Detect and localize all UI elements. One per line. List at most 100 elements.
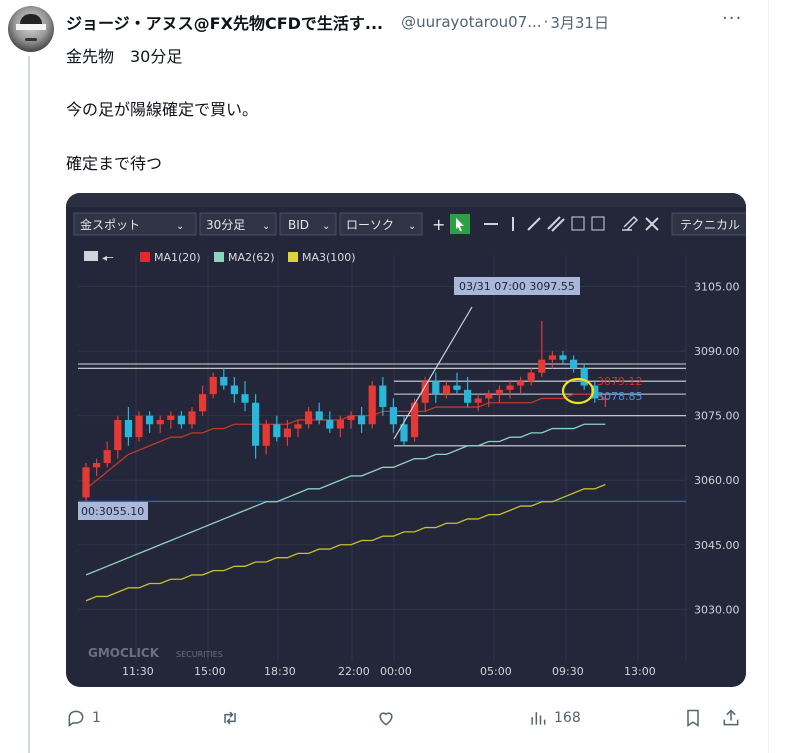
bookmark-button[interactable]	[683, 704, 703, 732]
candle-body	[262, 424, 270, 446]
crosshair-tool-icon[interactable]: +	[432, 215, 445, 234]
candle-body	[485, 394, 493, 399]
crosshair-tag: 03/31 07:00 3097.55	[459, 280, 575, 293]
candle-body	[252, 402, 260, 446]
candle-body	[442, 385, 450, 395]
comment-icon[interactable]	[84, 251, 98, 261]
candle-body	[135, 415, 143, 438]
y-tick-label: 3045.00	[694, 539, 740, 552]
candle-body	[220, 376, 228, 386]
author-name[interactable]: ジョージ・アヌス@FX先物CFDで生活す...	[66, 10, 383, 34]
candle-body	[517, 381, 525, 386]
y-tick-label: 3105.00	[694, 281, 740, 294]
candle-body	[432, 381, 440, 395]
candle-body	[421, 381, 429, 403]
clear-drawings-icon[interactable]	[645, 217, 659, 231]
candle-body	[559, 355, 567, 360]
x-tick-label: 22:00	[338, 665, 370, 678]
ma1-line	[85, 393, 606, 490]
watermark: GMOCLICK	[88, 646, 160, 660]
left-price-tag: 00:3055.10	[81, 505, 144, 518]
fibonacci-tool-icon[interactable]	[571, 216, 585, 231]
repost-icon	[224, 711, 236, 725]
candle-body	[241, 394, 249, 403]
candlestick-chart: 金スポット ⌄ 30分足 ⌄ BID ⌄ ローソク ⌄ + テクニカル ◂─ M…	[66, 193, 746, 678]
post-date[interactable]: 3月31日	[550, 12, 609, 33]
chevron-down-icon: ⌄	[408, 221, 416, 232]
candle-body	[527, 372, 535, 382]
candle-body	[230, 385, 238, 395]
candle-body	[379, 385, 387, 408]
tweet-text-line: 確定まで待つ	[66, 154, 163, 173]
candle-body	[474, 398, 482, 403]
candle-body	[580, 368, 588, 386]
chart-legend: ◂─ MA1(20) MA2(62) MA3(100)	[84, 251, 356, 264]
candle-body	[336, 419, 344, 429]
avatar[interactable]	[8, 6, 54, 52]
chart-toolbar: 金スポット ⌄ 30分足 ⌄ BID ⌄ ローソク ⌄ + テクニカル	[73, 212, 746, 236]
candle-body	[368, 385, 376, 425]
candle-body	[167, 415, 175, 420]
candle-body	[506, 385, 514, 390]
candle-body	[82, 467, 90, 498]
current-price-label: 3078.85	[597, 390, 643, 403]
chevron-down-icon: ⌄	[176, 221, 184, 232]
views-button[interactable]: 168	[528, 704, 581, 732]
repost-button[interactable]	[219, 704, 241, 732]
x-tick-label: 05:00	[480, 665, 512, 678]
y-tick-label: 3030.00	[694, 603, 740, 616]
candle-body	[453, 385, 461, 390]
views-count: 168	[554, 710, 581, 726]
fib-fan-tool-icon[interactable]	[591, 216, 605, 231]
candle-body	[570, 359, 578, 369]
tweet-header: ジョージ・アヌス@FX先物CFDで生活す... @uurayotarou07..…	[66, 10, 756, 34]
chart-type-label: ローソク	[346, 218, 394, 232]
reply-button[interactable]: 1	[66, 704, 101, 732]
tweet-text-line: 金先物 30分足	[66, 47, 183, 66]
collapse-icon[interactable]: ◂─	[102, 253, 114, 264]
ma1-price-label: 3079.12	[597, 375, 643, 388]
price-type-label: BID	[288, 218, 309, 232]
candle-body	[538, 359, 546, 373]
interval-label: 30分足	[206, 218, 245, 232]
candle-body	[464, 389, 472, 403]
eraser-icon[interactable]	[622, 215, 639, 231]
author-handle[interactable]: @uurayotarou07...	[401, 13, 541, 31]
grid	[78, 255, 687, 661]
candle-body	[177, 415, 185, 425]
trend-line	[393, 306, 473, 440]
ma2-line	[85, 423, 606, 576]
candle-body	[305, 411, 313, 425]
axes: 11:30 15:00 18:30 22:00 00:00 05:00 09:30 13:00…	[122, 281, 740, 678]
thread-line	[28, 56, 30, 753]
share-button[interactable]	[721, 704, 741, 732]
y-tick-label: 3090.00	[694, 345, 740, 358]
candle-body	[156, 419, 164, 425]
candle-body	[199, 394, 207, 412]
channel-tool-icon[interactable]	[547, 216, 561, 230]
x-tick-label: 13:00	[624, 665, 656, 678]
separator: ·	[543, 13, 549, 31]
x-tick-label: 09:30	[552, 665, 584, 678]
more-options-button[interactable]: ···	[722, 8, 742, 29]
x-tick-label: 18:30	[264, 665, 296, 678]
candle-body	[347, 415, 355, 420]
candle-body	[495, 389, 503, 395]
technical-label: テクニカル	[680, 218, 740, 232]
timeline-border	[768, 0, 769, 753]
candle-body	[283, 428, 291, 438]
attached-chart-image[interactable]: 金スポット ⌄ 30分足 ⌄ BID ⌄ ローソク ⌄ + テクニカル ◂─ M…	[66, 193, 746, 687]
ma3-swatch	[288, 252, 298, 262]
action-bar: 1 168	[66, 704, 756, 732]
candle-body	[124, 419, 132, 438]
highlight-circle	[561, 377, 595, 405]
ma1-swatch	[140, 252, 150, 262]
bookmark-icon	[687, 709, 699, 727]
tweet-text-line: 今の足が陽線確定で買い。	[66, 100, 259, 119]
bar-chart-icon	[531, 712, 546, 725]
trendline-tool-icon[interactable]	[527, 217, 541, 231]
chevron-down-icon: ⌄	[262, 221, 270, 232]
candle-body	[209, 376, 217, 395]
like-button[interactable]	[375, 704, 397, 732]
candle-body	[103, 450, 111, 463]
